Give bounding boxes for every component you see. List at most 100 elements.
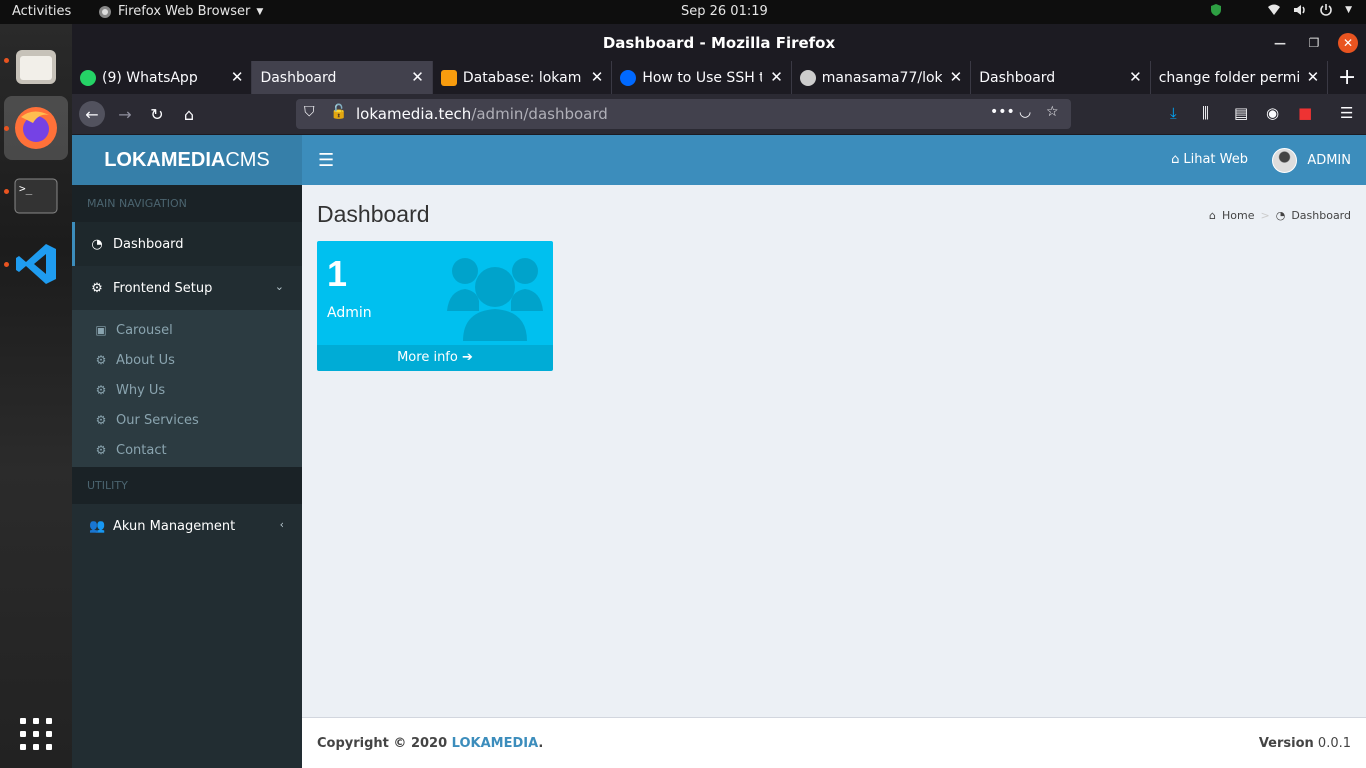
page-title: Dashboard <box>317 201 430 227</box>
tab-folder-permissions[interactable]: change folder permissions ✕ <box>1151 61 1329 94</box>
menu-hamburger-icon[interactable]: ☰ <box>1340 104 1353 122</box>
breadcrumb-home[interactable]: Home <box>1222 209 1254 222</box>
admin-count-box: 1 Admin More info ➔ <box>317 241 553 371</box>
sidebar-item-why-us[interactable]: ⚙ Why Us <box>72 375 302 405</box>
extension-icon[interactable]: ■ <box>1298 104 1312 122</box>
close-icon[interactable]: ✕ <box>1307 68 1320 86</box>
sidebar-header-utility: UTILITY <box>72 467 302 504</box>
tab-dashboard[interactable]: Dashboard ✕ <box>971 61 1151 94</box>
breadcrumb-current: Dashboard <box>1291 209 1351 222</box>
chevron-down-icon: ⌄ <box>274 280 284 293</box>
lihat-web-label: Lihat Web <box>1183 152 1248 167</box>
chevron-left-icon: ‹ <box>279 518 284 531</box>
home-icon: ⌂ <box>1171 152 1180 167</box>
tab-github[interactable]: manasama77/lokam ✕ <box>792 61 972 94</box>
firefox-dock-item[interactable] <box>4 96 68 160</box>
page-viewport: LOKAMEDIACMS ☰ ⌂ Lihat Web ADMIN MAIN NA… <box>72 135 1366 768</box>
title-bar: Dashboard - Mozilla Firefox — ❐ ✕ <box>72 24 1366 61</box>
tracking-shield-icon[interactable]: ⛉ <box>304 104 315 120</box>
close-icon[interactable]: ✕ <box>950 68 963 86</box>
sidebar-item-carousel[interactable]: ▣ Carousel <box>72 315 302 345</box>
url-text[interactable]: lokamedia.tech/admin/dashboard <box>356 105 608 123</box>
breadcrumb-separator: > <box>1260 209 1270 222</box>
home-icon[interactable]: ⌂ <box>176 101 202 127</box>
close-window-icon[interactable]: ✕ <box>1338 33 1358 53</box>
more-info-label: More info <box>397 350 458 365</box>
sidebar-toggle-icon[interactable]: ▤ <box>1234 104 1248 122</box>
brand-bold: LOKAMEDIA <box>104 149 226 171</box>
tab-label: manasama77/lokam <box>821 69 942 86</box>
tab-label: change folder permissions <box>1158 69 1299 86</box>
reload-icon[interactable]: ↻ <box>144 101 170 127</box>
forward-icon[interactable]: → <box>112 101 138 127</box>
chevron-down-icon[interactable]: ▼ <box>1345 5 1352 15</box>
sidebar-item-contact[interactable]: ⚙ Contact <box>72 435 302 465</box>
tab-ssh-guide[interactable]: How to Use SSH to ✕ <box>612 61 792 94</box>
image-icon: ▣ <box>95 323 107 337</box>
download-icon[interactable]: ⤓ <box>1170 104 1177 122</box>
copyright: Copyright © 2020 LOKAMEDIA. <box>317 736 543 751</box>
back-icon[interactable]: ← <box>79 101 105 127</box>
sidebar-item-dashboard[interactable]: ◔ Dashboard <box>72 222 302 266</box>
lihat-web-link[interactable]: ⌂ Lihat Web <box>1171 152 1248 167</box>
gear-icon: ⚙ <box>95 413 107 427</box>
wifi-icon[interactable] <box>1267 3 1281 17</box>
new-tab-icon[interactable]: + <box>1328 61 1366 94</box>
url-bar[interactable]: ⛉ 🔓 lokamedia.tech/admin/dashboard ••• ◡… <box>296 99 1071 129</box>
minimize-icon[interactable]: — <box>1270 33 1290 53</box>
close-icon[interactable]: ✕ <box>1129 68 1142 86</box>
url-path: /admin/dashboard <box>471 105 608 123</box>
maximize-icon[interactable]: ❐ <box>1304 33 1324 53</box>
sidebar-toggle-icon[interactable]: ☰ <box>318 150 334 171</box>
account-icon[interactable]: ◉ <box>1266 104 1279 122</box>
power-icon[interactable] <box>1319 3 1333 17</box>
running-indicator <box>4 262 9 267</box>
sidebar-item-frontend-setup[interactable]: ⚙ Frontend Setup ⌄ <box>72 266 302 310</box>
sidebar-item-label: Frontend Setup <box>113 280 213 296</box>
files-dock-item[interactable] <box>4 34 68 98</box>
tab-whatsapp[interactable]: (9) WhatsApp ✕ <box>72 61 253 94</box>
tab-dashboard-active[interactable]: Dashboard ✕ <box>252 61 433 94</box>
pocket-icon[interactable]: ◡ <box>1019 104 1031 120</box>
dashboard-icon: ◔ <box>91 236 103 252</box>
system-tray[interactable]: ▼ <box>1209 3 1352 17</box>
tab-strip: (9) WhatsApp ✕ Dashboard ✕ Database: lok… <box>72 61 1366 94</box>
terminal-dock-item[interactable]: >_ <box>4 164 68 228</box>
app-menu[interactable]: Firefox Web Browser ▼ <box>98 4 263 19</box>
tab-label: How to Use SSH to <box>642 69 763 86</box>
close-icon[interactable]: ✕ <box>591 68 604 86</box>
avatar <box>1272 148 1298 173</box>
url-host: lokamedia.tech <box>356 105 472 123</box>
close-icon[interactable]: ✕ <box>411 68 424 86</box>
volume-icon[interactable] <box>1293 3 1307 17</box>
admin-count-label: Admin <box>327 305 372 321</box>
running-indicator <box>4 58 9 63</box>
library-icon[interactable]: ⫼ <box>1202 104 1209 122</box>
sidebar-item-our-services[interactable]: ⚙ Our Services <box>72 405 302 435</box>
sidebar-item-akun-management[interactable]: 👥 Akun Management ‹ <box>72 504 302 548</box>
copyright-brand-link[interactable]: LOKAMEDIA <box>452 736 539 751</box>
app-menu-label: Firefox Web Browser <box>118 4 251 19</box>
clock[interactable]: Sep 26 01:19 <box>681 4 768 19</box>
app-logo[interactable]: LOKAMEDIACMS <box>72 135 302 185</box>
bookmark-star-icon[interactable]: ☆ <box>1046 104 1059 120</box>
more-info-link[interactable]: More info ➔ <box>317 345 553 371</box>
insecure-lock-icon[interactable]: 🔓 <box>330 104 347 120</box>
shield-icon[interactable] <box>1209 3 1223 17</box>
tab-label: Dashboard <box>260 69 337 86</box>
close-icon[interactable]: ✕ <box>770 68 783 86</box>
more-actions-icon[interactable]: ••• <box>990 104 1015 120</box>
vscode-dock-item[interactable] <box>4 232 68 296</box>
user-menu[interactable]: ADMIN <box>1272 148 1351 173</box>
tab-database[interactable]: Database: lokamedia ✕ <box>433 61 613 94</box>
activities-button[interactable]: Activities <box>12 4 71 19</box>
firefox-small-icon <box>99 5 111 18</box>
show-apps-icon[interactable] <box>20 718 52 750</box>
sidebar-item-about-us[interactable]: ⚙ About Us <box>72 345 302 375</box>
sidebar-header-main: MAIN NAVIGATION <box>72 185 302 222</box>
sidebar: MAIN NAVIGATION ◔ Dashboard ⚙ Frontend S… <box>72 185 302 768</box>
sidebar-item-label: About Us <box>116 352 175 368</box>
gear-icon: ⚙ <box>95 443 107 457</box>
close-icon[interactable]: ✕ <box>231 68 244 86</box>
terminal-icon: >_ <box>14 178 58 214</box>
